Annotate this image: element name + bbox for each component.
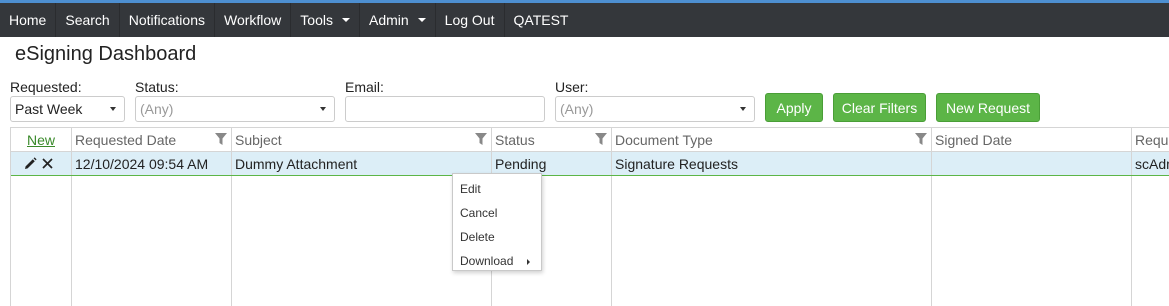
row-actions-cell [11, 152, 72, 175]
nav-logout-label: Log Out [444, 12, 495, 28]
context-menu-cancel-label: Cancel [460, 206, 498, 220]
cell-requested-date: 12/10/2024 09:54 AM [72, 152, 232, 175]
nav-admin[interactable]: Admin [360, 3, 436, 37]
funnel-icon[interactable] [914, 132, 928, 146]
column-header-status[interactable]: Status [492, 128, 612, 152]
nav-search[interactable]: Search [56, 3, 120, 37]
grid-new-link-label: New [26, 132, 55, 148]
nav-notifications[interactable]: Notifications [120, 3, 215, 37]
caret-down-icon [341, 18, 350, 22]
column-header-document-type[interactable]: Document Type [612, 128, 932, 152]
new-request-button-label: New Request [945, 99, 1031, 116]
nav-tools-label: Tools [300, 12, 333, 28]
context-menu-download-label: Download [460, 254, 514, 268]
context-menu-edit-label: Edit [460, 182, 481, 196]
cell-subject: Dummy Attachment [232, 152, 492, 175]
column-header-subject[interactable]: Subject [232, 128, 492, 152]
column-header-label: Subject [235, 132, 282, 148]
context-menu-edit[interactable]: Edit [453, 178, 541, 202]
nav-workflow[interactable]: Workflow [215, 3, 292, 37]
context-menu-delete-label: Delete [460, 230, 495, 244]
cell-signed-date [932, 152, 1132, 175]
user-select-placeholder: (Any) [560, 101, 594, 117]
context-menu-download[interactable]: Download [453, 250, 541, 274]
apply-button-label: Apply [776, 99, 812, 116]
requested-select[interactable]: Past Week [10, 96, 125, 122]
nav-search-label: Search [65, 12, 110, 28]
funnel-icon[interactable] [594, 132, 608, 146]
requested-select-value: Past Week [15, 101, 83, 117]
column-header-label: Status [495, 132, 535, 148]
nav-admin-label: Admin [368, 12, 409, 28]
pencil-icon[interactable] [24, 157, 37, 170]
table-row[interactable]: 12/10/2024 09:54 AM Dummy Attachment Pen… [11, 152, 1169, 176]
row-context-menu: Edit Cancel Delete Download [452, 173, 542, 271]
nav-workflow-label: Workflow [223, 12, 282, 28]
x-icon[interactable] [41, 157, 54, 170]
status-select-placeholder: (Any) [140, 101, 174, 117]
caret-down-icon [740, 107, 746, 111]
top-nav-bar: Home Search Notifications Workflow Tools… [0, 0, 1169, 37]
cell-status: Pending [492, 152, 612, 175]
funnel-icon[interactable] [474, 132, 488, 146]
clear-filters-button[interactable]: Clear Filters [833, 93, 926, 122]
esigning-grid: New Requested Date Subject Status Docume… [10, 127, 1169, 306]
nav-home-label: Home [9, 12, 47, 28]
nav-notifications-label: Notifications [128, 12, 205, 28]
caret-down-icon [110, 107, 116, 111]
email-label: Email: [345, 79, 384, 95]
context-menu-delete[interactable]: Delete [453, 226, 541, 250]
cell-requested-by: scAdm [1135, 156, 1169, 172]
email-input[interactable] [345, 96, 545, 122]
user-select[interactable]: (Any) [555, 96, 755, 122]
column-header-label: Signed Date [935, 132, 1013, 148]
caret-down-icon [417, 18, 426, 22]
status-label: Status: [135, 79, 179, 95]
column-header-label: Requested Date [75, 132, 177, 148]
new-request-button[interactable]: New Request [936, 93, 1040, 122]
column-header-requested-date[interactable]: Requested Date [72, 128, 232, 152]
clear-filters-button-label: Clear Filters [841, 99, 918, 116]
nav-user[interactable]: QATEST [505, 3, 578, 37]
column-header-requested-by[interactable]: Reque [1132, 128, 1169, 152]
caret-right-icon [527, 259, 530, 265]
column-header-signed-date[interactable]: Signed Date [932, 128, 1132, 152]
nav-home[interactable]: Home [0, 3, 57, 37]
nav-tools[interactable]: Tools [291, 3, 360, 37]
nav-user-label: QATEST [513, 12, 569, 28]
apply-button[interactable]: Apply [765, 93, 823, 122]
column-header-label: Document Type [615, 132, 713, 148]
column-header-label: Reque [1135, 132, 1169, 148]
grid-new-link[interactable]: New [11, 128, 72, 152]
user-label: User: [555, 79, 589, 95]
cell-document-type: Signature Requests [612, 152, 932, 175]
status-select[interactable]: (Any) [135, 96, 335, 122]
page-title: eSigning Dashboard [15, 43, 197, 65]
nav-logout[interactable]: Log Out [436, 3, 505, 37]
context-menu-cancel[interactable]: Cancel [453, 202, 541, 226]
caret-down-icon [320, 107, 326, 111]
funnel-icon[interactable] [214, 132, 228, 146]
requested-label: Requested: [10, 79, 82, 95]
